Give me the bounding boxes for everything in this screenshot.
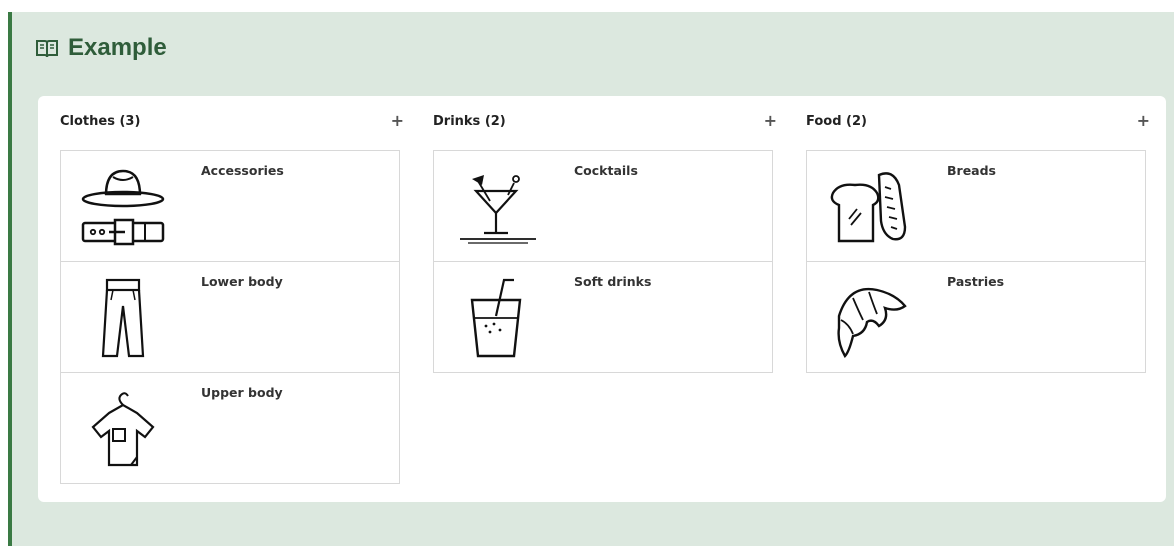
column-header: Clothes (3) + [60,111,404,134]
kanban-board: Clothes (3) + Accessories Lower body Upp… [38,96,1166,502]
add-card-button[interactable]: + [764,111,777,130]
add-card-button[interactable]: + [1137,111,1150,130]
card-lower-body[interactable]: Lower body [60,261,400,373]
column-title: Drinks (2) [433,114,506,129]
card-label: Upper body [201,385,283,400]
card-pastries[interactable]: Pastries [806,261,1146,373]
card-label: Accessories [201,163,284,178]
tshirt-icon [73,383,173,473]
card-accessories[interactable]: Accessories [60,150,400,262]
book-open-icon [36,38,58,58]
card-soft-drinks[interactable]: Soft drinks [433,261,773,373]
panel-title-text: Example [68,34,167,61]
panel-title: Example [36,34,167,62]
card-label: Lower body [201,274,283,289]
hat-belt-icon [73,161,173,251]
column-title: Food (2) [806,114,867,129]
add-card-button[interactable]: + [391,111,404,130]
trousers-icon [73,272,173,362]
column-header: Drinks (2) + [433,111,777,134]
column-header: Food (2) + [806,111,1150,134]
column-title: Clothes (3) [60,114,141,129]
bread-icon [819,161,919,251]
card-label: Breads [947,163,996,178]
soft-drink-icon [446,272,546,362]
card-cocktails[interactable]: Cocktails [433,150,773,262]
card-breads[interactable]: Breads [806,150,1146,262]
example-panel: Example Clothes (3) + Accessories Lower … [8,12,1174,546]
croissant-icon [819,272,919,362]
card-label: Pastries [947,274,1005,289]
card-upper-body[interactable]: Upper body [60,372,400,484]
card-label: Soft drinks [574,274,652,289]
cocktail-icon [446,161,546,251]
card-label: Cocktails [574,163,638,178]
